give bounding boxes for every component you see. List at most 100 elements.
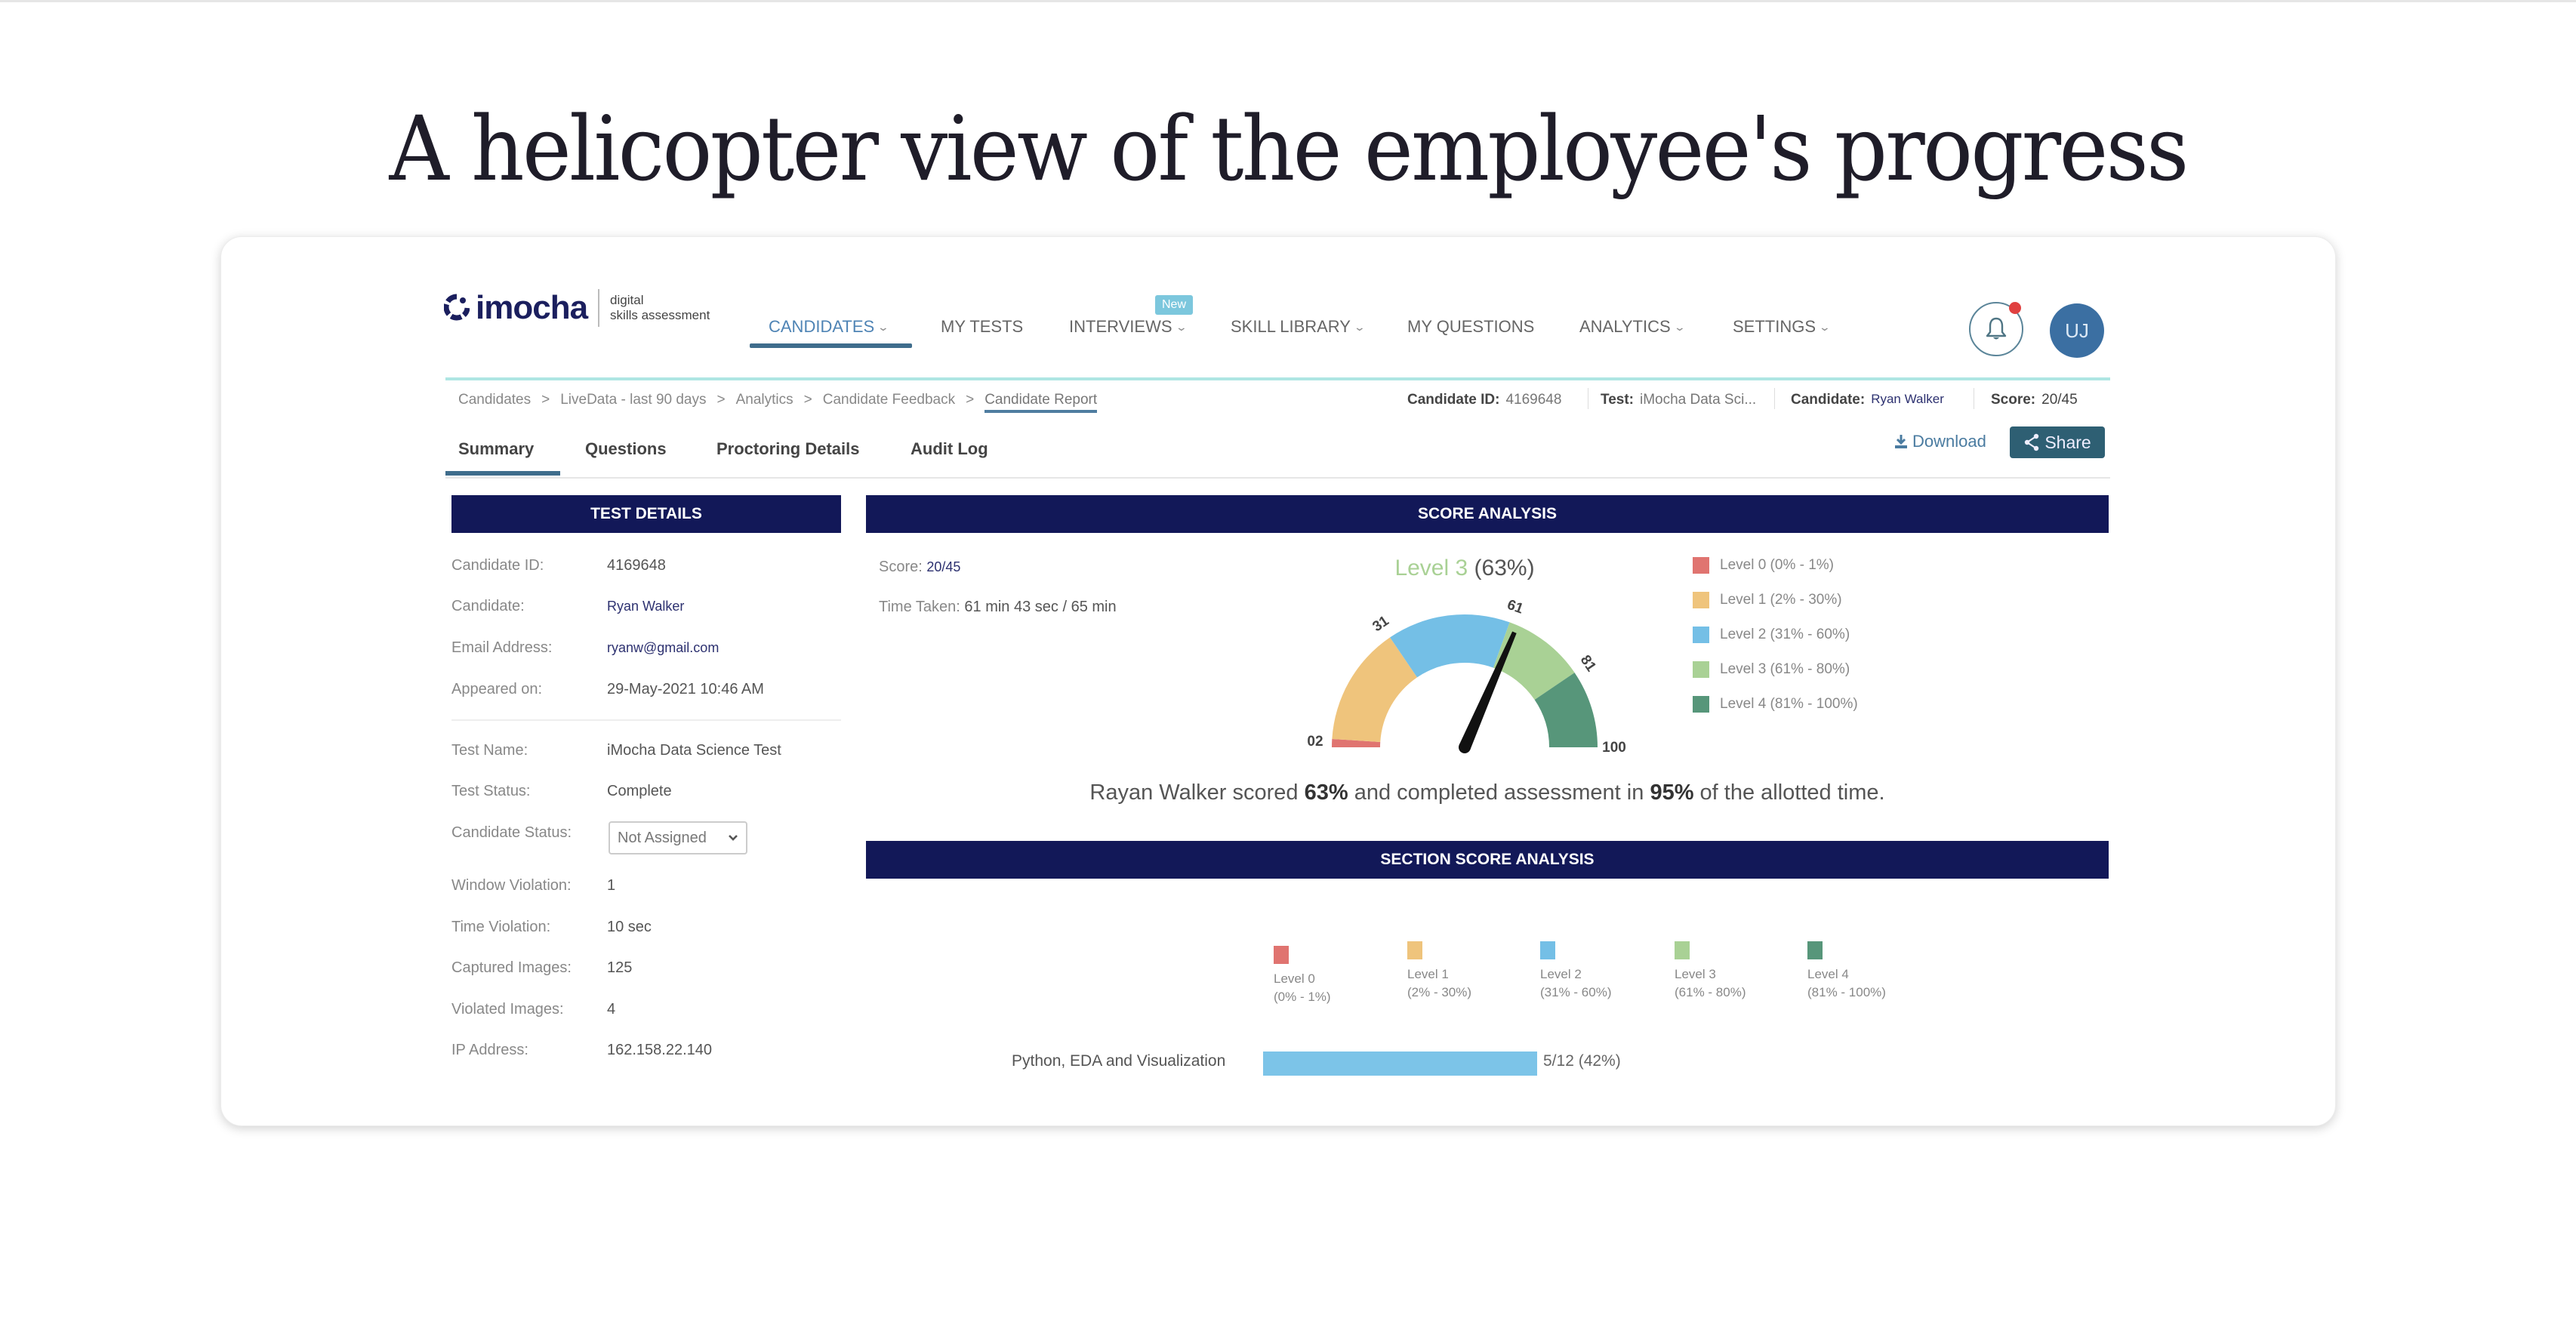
nav-my-questions[interactable]: MY QUESTIONS — [1407, 317, 1534, 337]
section-bar-value: 5/12 (42%) — [1543, 1052, 1621, 1070]
section-legend-item-level-3: Level 3 (61% - 80%) — [1675, 941, 1746, 1002]
meta-label: Candidate: — [1791, 392, 1866, 408]
detail-label: IP Address: — [451, 1042, 528, 1058]
section-bar-label: Python, EDA and Visualization — [1012, 1052, 1226, 1070]
detail-value-test-name: iMocha Data Science Test — [607, 742, 781, 759]
candidate-status-select[interactable]: Not Assigned — [609, 821, 747, 854]
legend-level-range: (81% - 100%) — [1807, 985, 1886, 999]
nav-settings[interactable]: SETTINGS ⌄ — [1733, 317, 1832, 337]
imocha-logo-icon — [444, 294, 470, 321]
download-button[interactable]: Download — [1894, 432, 1986, 451]
gauge-level-label: Level 3 — [1394, 556, 1468, 580]
section-legend-item-level-1: Level 1 (2% - 30%) — [1407, 941, 1471, 1002]
breadcrumb-separator: > — [541, 392, 550, 408]
nav-label: MY QUESTIONS — [1407, 317, 1535, 336]
summary-score: 63% — [1304, 781, 1348, 805]
detail-label: Appeared on: — [451, 681, 543, 697]
chevron-down-icon: ⌄ — [1818, 320, 1832, 333]
summary-prefix: Rayan Walker scored — [1089, 781, 1305, 805]
details-divider — [451, 719, 841, 721]
tab-summary[interactable]: Summary — [458, 439, 534, 459]
score-label: Score: — [879, 559, 923, 575]
meta-label: Candidate ID: — [1407, 392, 1500, 408]
legend-label: Level 4 (81% - 100%) — [1720, 696, 1858, 712]
detail-value-ip-address: 162.158.22.140 — [607, 1042, 713, 1058]
brand-tagline: digital skills assessment — [610, 293, 710, 323]
breadcrumb-item[interactable]: Analytics — [736, 392, 793, 413]
select-value: Not Assigned — [618, 829, 707, 846]
section-legend-item-level-4: Level 4 (81% - 100%) — [1807, 941, 1886, 1002]
detail-label: Captured Images: — [451, 959, 572, 976]
share-button[interactable]: Share — [2010, 426, 2105, 458]
breadcrumb-item[interactable]: Candidates — [458, 392, 531, 413]
legend-label: Level 2 (31% - 60%) — [1720, 627, 1850, 642]
detail-label: Time Violation: — [451, 919, 551, 935]
tab-active-indicator — [445, 471, 560, 476]
score-value: 20/45 — [926, 559, 961, 574]
summary-middle: and completed assessment in — [1348, 781, 1650, 805]
share-label: Share — [2044, 432, 2091, 452]
legend-swatch — [1693, 557, 1709, 574]
nav-skill-library[interactable]: SKILL LIBRARY ⌄ — [1231, 317, 1367, 337]
breadcrumb-item[interactable]: Candidate Feedback — [823, 392, 955, 413]
breadcrumb: Candidates > LiveData - last 90 days > A… — [458, 392, 1098, 413]
test-details-header: TEST DETAILS — [451, 495, 841, 533]
tabs-divider — [445, 477, 2110, 479]
legend-swatch — [1693, 627, 1709, 643]
meta-test: Test: iMocha Data Sci... — [1601, 392, 1756, 408]
score-summary-text: Rayan Walker scored 63% and completed as… — [866, 781, 2109, 805]
legend-level-name: Level 2 — [1540, 967, 1582, 981]
meta-candidate: Candidate: Ryan Walker — [1791, 392, 1944, 408]
user-avatar[interactable]: UJ — [2050, 303, 2104, 358]
legend-item-level-3: Level 3 (61% - 80%) — [1693, 661, 1850, 678]
nav-divider — [445, 377, 2110, 380]
meta-value: 20/45 — [2041, 392, 2078, 408]
detail-value-captured-images: 125 — [607, 959, 633, 976]
brand-logo[interactable]: imocha digital skills assessment — [444, 289, 710, 327]
tab-audit-log[interactable]: Audit Log — [911, 439, 988, 459]
detail-label: Window Violation: — [451, 877, 572, 894]
gauge-tick-label: 02 — [1307, 734, 1323, 750]
breadcrumb-current[interactable]: Candidate Report — [984, 392, 1098, 413]
nav-analytics[interactable]: ANALYTICS ⌄ — [1579, 317, 1686, 337]
detail-value-candidate: Ryan Walker — [607, 599, 685, 614]
chevron-down-icon: ⌄ — [1353, 320, 1367, 333]
detail-value-test-status: Complete — [607, 783, 672, 799]
legend-swatch — [1807, 941, 1823, 959]
meta-candidate-id: Candidate ID: 4169648 — [1407, 392, 1561, 408]
gauge-tick-label: 100 — [1602, 740, 1626, 756]
new-badge: New — [1155, 295, 1193, 315]
nav-my-tests[interactable]: MY TESTS — [941, 317, 1023, 337]
section-score-header: SECTION SCORE ANALYSIS — [866, 841, 2109, 879]
logo-divider — [598, 289, 600, 327]
detail-label: Candidate: — [451, 598, 525, 614]
nav-label: SETTINGS — [1733, 317, 1816, 336]
meta-value: iMocha Data Sci... — [1639, 392, 1757, 408]
legend-level-name: Level 4 — [1807, 967, 1849, 981]
legend-swatch — [1693, 696, 1709, 713]
section-legend-item-level-2: Level 2 (31% - 60%) — [1540, 941, 1611, 1002]
detail-label: Candidate ID: — [451, 557, 544, 574]
nav-candidates[interactable]: CANDIDATES ⌄ — [769, 317, 890, 337]
meta-label: Test: — [1601, 392, 1634, 408]
detail-value-candidate-id: 4169648 — [607, 557, 666, 574]
detail-label: Email Address: — [451, 639, 553, 656]
bell-icon — [1986, 317, 2007, 340]
legend-swatch — [1675, 941, 1690, 959]
legend-swatch — [1407, 941, 1422, 959]
section-legend-item-level-0: Level 0 (0% - 1%) — [1274, 946, 1331, 1006]
tab-proctoring-details[interactable]: Proctoring Details — [716, 439, 859, 459]
nav-label: INTERVIEWS — [1069, 317, 1172, 336]
detail-label: Violated Images: — [451, 1001, 564, 1018]
nav-interviews[interactable]: INTERVIEWS ⌄ — [1069, 317, 1188, 337]
chevron-down-icon: ⌄ — [877, 320, 890, 333]
legend-level-name: Level 1 — [1407, 967, 1449, 981]
page-headline: A helicopter view of the employee's prog… — [389, 97, 2189, 201]
detail-value-email[interactable]: ryanw@gmail.com — [607, 640, 719, 656]
tab-questions[interactable]: Questions — [585, 439, 667, 459]
score-readout: Score: 20/45 — [879, 559, 960, 576]
breadcrumb-item[interactable]: LiveData - last 90 days — [560, 392, 706, 413]
legend-swatch — [1693, 661, 1709, 678]
legend-level-range: (31% - 60%) — [1540, 985, 1612, 999]
meta-label: Score: — [1991, 392, 2036, 408]
